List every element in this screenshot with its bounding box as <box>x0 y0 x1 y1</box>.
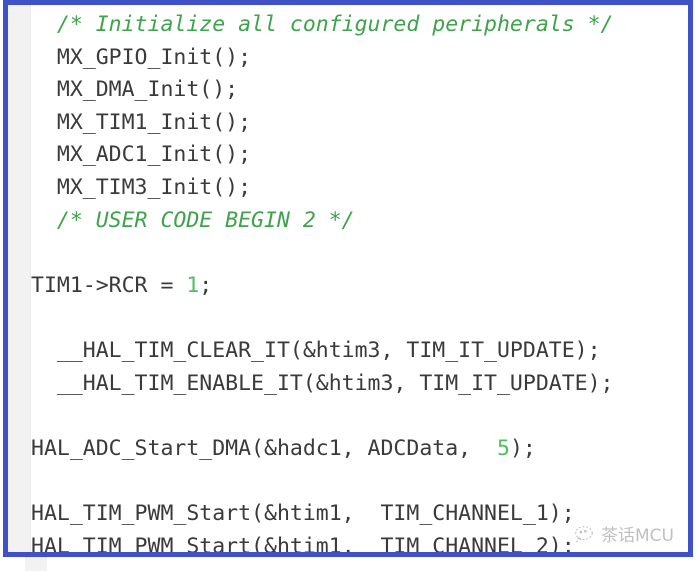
code-screenshot: /* Initialize all configured peripherals… <box>0 0 699 571</box>
code-text-suffix: ); <box>509 435 536 461</box>
code-line: MX_ADC1_Init(); <box>31 142 252 168</box>
code-editor-panel: /* Initialize all configured peripherals… <box>3 0 693 557</box>
code-text: TIM1->RCR = <box>31 272 187 298</box>
code-line: __HAL_TIM_ENABLE_IT(&htim3, TIM_IT_UPDAT… <box>31 370 614 396</box>
code-line: __HAL_TIM_CLEAR_IT(&htim3, TIM_IT_UPDATE… <box>31 337 601 363</box>
chat-bubble-icon <box>573 523 595 545</box>
code-line: MX_TIM3_Init(); <box>31 174 252 200</box>
code-text-suffix: ; <box>199 272 213 298</box>
code-line: /* Initialize all configured peripherals… <box>31 12 614 37</box>
code-line: TIM1->RCR = 1; <box>31 270 688 303</box>
watermark: 茶话MCU <box>573 521 674 546</box>
numeric-literal: 1 <box>186 272 200 298</box>
code-text: HAL_ADC_Start_DMA(&hadc1, ADCData, <box>31 435 497 461</box>
bottom-gutter-continuation <box>25 557 47 571</box>
code-text-area[interactable]: /* Initialize all configured peripherals… <box>31 5 688 552</box>
numeric-literal: 5 <box>497 435 510 461</box>
code-editor-body: /* Initialize all configured peripherals… <box>8 5 688 552</box>
editor-gutter <box>8 5 31 552</box>
bottom-margin <box>0 557 699 571</box>
code-line: HAL_ADC_Start_DMA(&hadc1, ADCData, 5); <box>31 433 688 466</box>
code-line: MX_GPIO_Init(); <box>31 44 252 70</box>
code-line: MX_TIM1_Init(); <box>31 109 252 135</box>
watermark-label: 茶话MCU <box>601 526 674 546</box>
code-line: /* USER CODE BEGIN 2 */ <box>31 207 355 233</box>
code-line: MX_DMA_Init(); <box>31 77 239 103</box>
